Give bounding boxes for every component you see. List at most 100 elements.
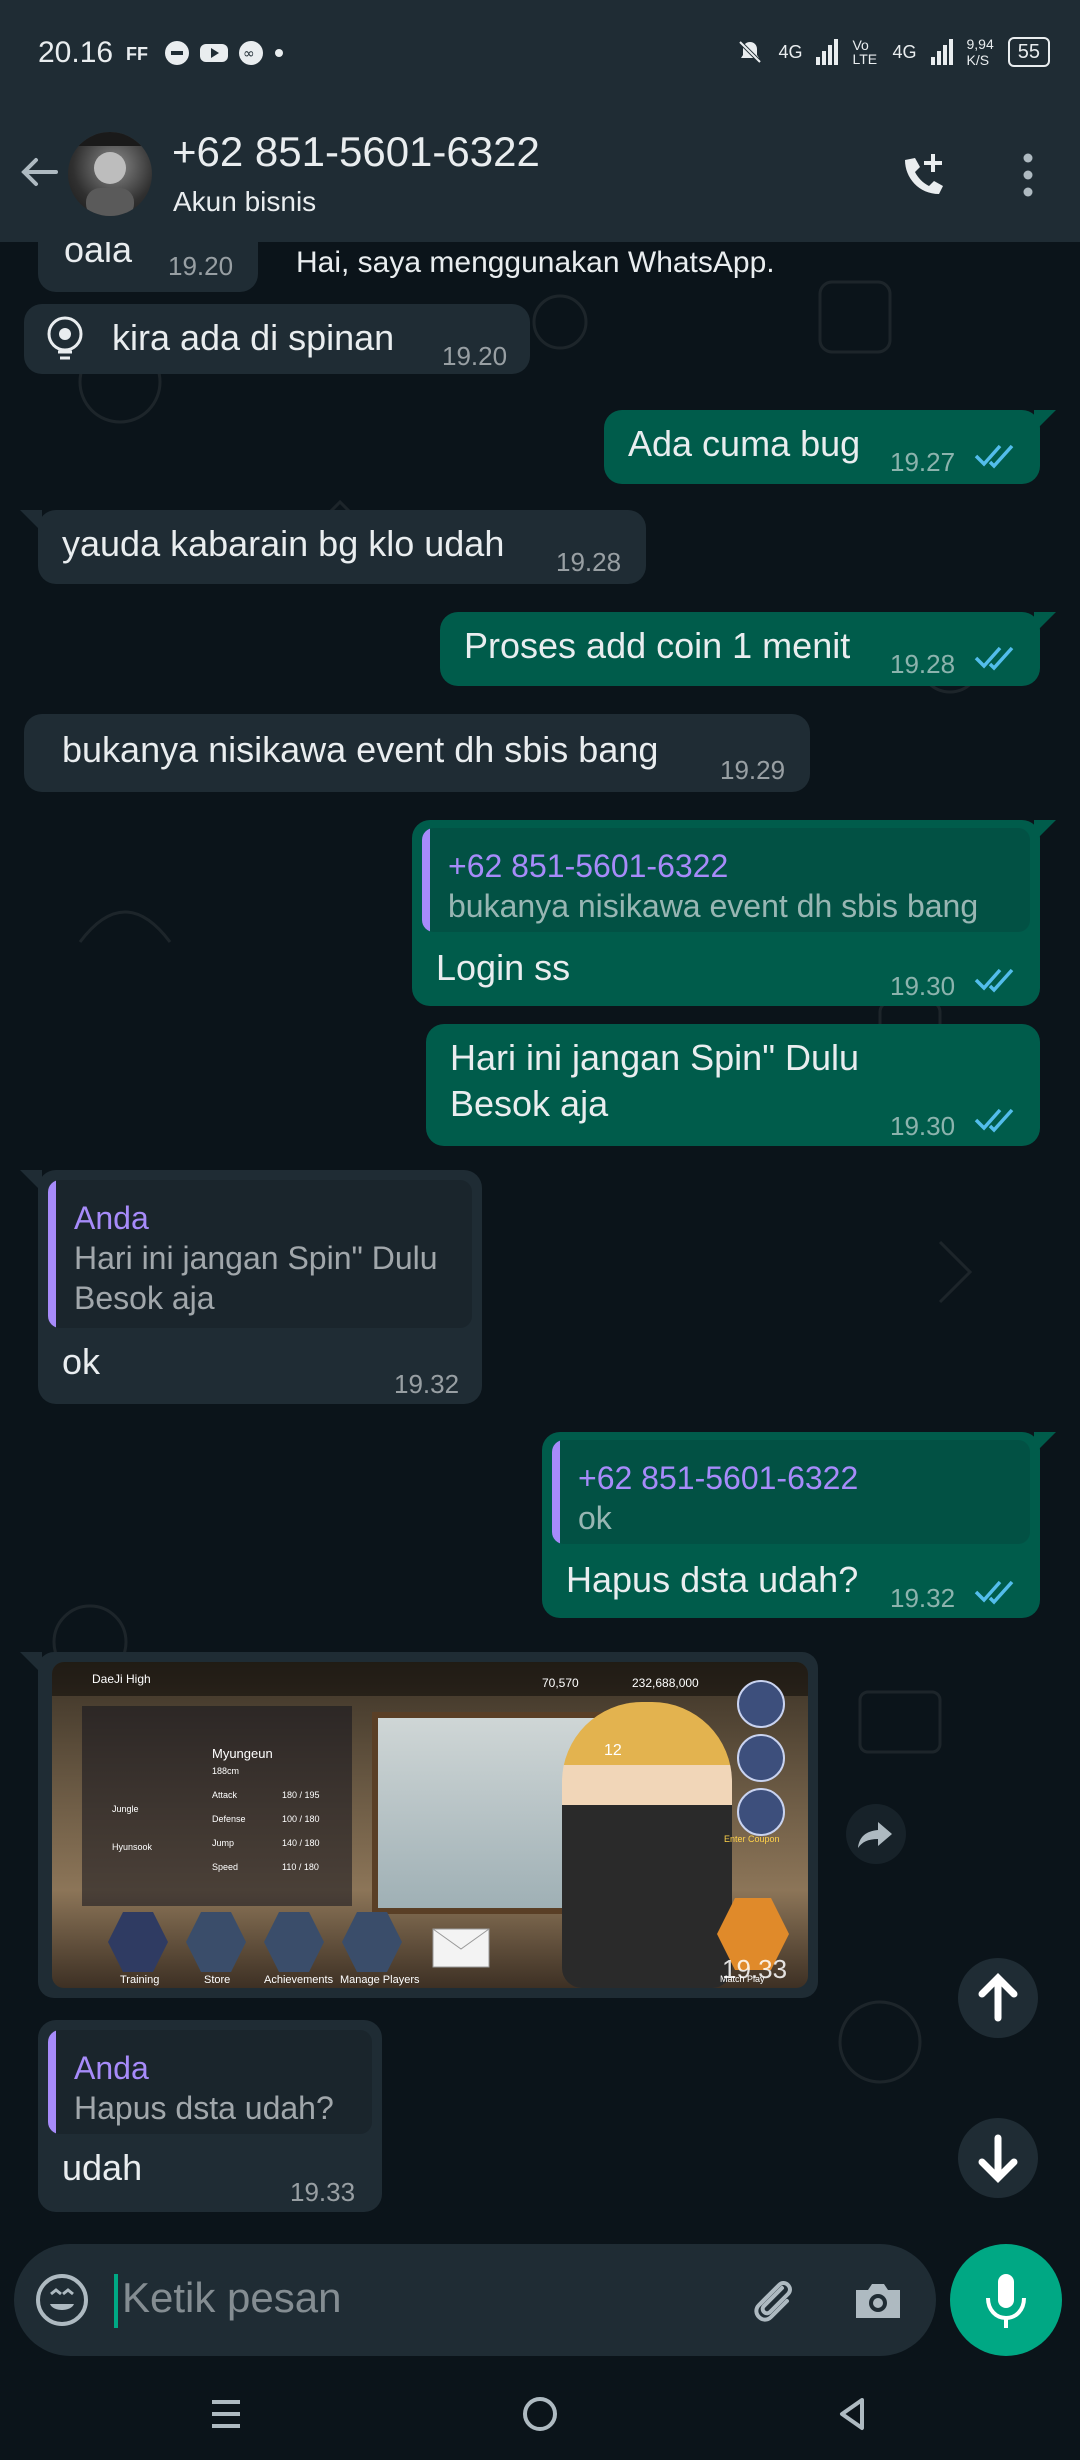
mail-icon: [432, 1928, 490, 1968]
speed-unit: K/S: [966, 52, 990, 68]
back-arrow-icon[interactable]: [16, 150, 60, 194]
game-store-button: [186, 1912, 246, 1972]
arrow-down-icon: [978, 2134, 1018, 2183]
contact-name[interactable]: +62 851-5601-6322: [172, 128, 540, 176]
game-stat-jump: Jump: [212, 1838, 235, 1848]
message-outgoing[interactable]: Ada cuma bug 19.27: [604, 410, 1040, 484]
game-manage-button: [342, 1912, 402, 1972]
message-incoming[interactable]: oala 19.20: [38, 242, 258, 292]
message-time: 19.32: [394, 1369, 460, 1399]
quoted-message[interactable]: Anda Hapus dsta udah?: [48, 2030, 372, 2134]
quote-text-line2: Besok aja: [74, 1280, 215, 1316]
status-bar: 20.16 FF ∞ 4G Vo LTE 4G 9,94 K/S 55: [0, 0, 1080, 100]
quoted-message[interactable]: +62 851-5601-6322 ok: [552, 1440, 1030, 1544]
voice-record-button[interactable]: [950, 2244, 1062, 2356]
home-icon[interactable]: [520, 2394, 560, 2434]
message-outgoing-reply[interactable]: +62 851-5601-6322 ok Hapus dsta udah? 19…: [542, 1432, 1040, 1618]
infinity-icon: ∞: [239, 41, 263, 65]
attach-icon[interactable]: [744, 2272, 800, 2328]
bubble-tail: [20, 1652, 42, 1674]
message-text: kira ada di spinan: [112, 317, 395, 358]
quoted-message[interactable]: +62 851-5601-6322 bukanya nisikawa event…: [422, 828, 1030, 932]
avatar-photo: [68, 132, 152, 216]
game-coupon-icon: [737, 1788, 785, 1836]
quote-bar: [422, 828, 430, 932]
message-input[interactable]: Ketik pesan: [122, 2274, 341, 2322]
quoted-message[interactable]: Anda Hari ini jangan Spin" Dulu Besok aj…: [48, 1180, 472, 1328]
game-achievements-button: [264, 1912, 324, 1972]
messenger-icon: [165, 41, 189, 65]
quote-text: ok: [578, 1500, 612, 1536]
message-outgoing[interactable]: Hari ini jangan Spin" Dulu Besok aja 19.…: [426, 1024, 1040, 1146]
message-outgoing[interactable]: Proses add coin 1 menit 19.28: [440, 612, 1040, 686]
message-time: 19.29: [720, 755, 786, 785]
game-player-name: Myungeun: [212, 1746, 273, 1761]
status-right: 4G Vo LTE 4G 9,94 K/S 55: [736, 36, 1050, 68]
add-call-icon[interactable]: [895, 148, 951, 204]
message-input-bar[interactable]: Ketik pesan: [14, 2244, 936, 2356]
message-time: 19.32: [890, 1583, 956, 1613]
read-ticks-icon: [974, 1108, 1014, 1133]
message-time: 19.33: [290, 2177, 356, 2207]
game-stat-attack: Attack: [212, 1790, 238, 1800]
message-incoming-reply[interactable]: Anda Hari ini jangan Spin" Dulu Besok aj…: [38, 1170, 482, 1404]
speed-readout: 9,94 K/S: [967, 36, 994, 68]
status-about-text: Hai, saya menggunakan WhatsApp.: [296, 246, 775, 279]
read-ticks-icon: [974, 968, 1014, 993]
bubble-tail: [20, 510, 42, 532]
dot-icon: [275, 49, 283, 57]
game-coupon-label: Enter Coupon: [724, 1834, 780, 1844]
avatar[interactable]: [68, 132, 152, 216]
game-character: [562, 1702, 732, 1988]
read-ticks-icon: [974, 444, 1014, 469]
image-attachment[interactable]: DaeJi High 70,570 232,688,000 Myungeun 1…: [52, 1662, 808, 1988]
forward-button[interactable]: [846, 1804, 906, 1864]
message-text: Ada cuma bug: [628, 423, 861, 464]
game-stat-jump-value: 140 / 180: [282, 1838, 320, 1848]
recent-apps-icon[interactable]: [206, 2394, 246, 2434]
speed-value: 9,94: [966, 36, 994, 52]
business-label[interactable]: Akun bisnis: [173, 186, 316, 218]
game-jungle-label: Jungle: [112, 1804, 139, 1814]
message-incoming[interactable]: yauda kabarain bg klo udah 19.28: [38, 510, 646, 584]
game-achievements-label: Achievements: [264, 1974, 334, 1986]
message-text: yauda kabarain bg klo udah: [62, 523, 505, 564]
message-incoming-reply[interactable]: Anda Hapus dsta udah? udah 19.33: [38, 2020, 382, 2212]
status-time: 20.16: [38, 36, 114, 69]
emoji-icon[interactable]: [34, 2272, 90, 2328]
read-ticks-icon: [974, 1580, 1014, 1605]
read-ticks-icon: [974, 646, 1014, 671]
quote-bar: [48, 2030, 56, 2134]
game-jersey-number: 12: [604, 1742, 622, 1759]
message-time: 19.30: [890, 971, 956, 1001]
camera-icon[interactable]: [850, 2272, 906, 2328]
quote-sender: Anda: [74, 2050, 149, 2086]
text-cursor: [114, 2274, 118, 2328]
mute-icon: [739, 40, 762, 64]
game-school-label: DaeJi High: [92, 1672, 151, 1686]
quote-sender: +62 851-5601-6322: [448, 848, 729, 884]
net-label-2: 4G: [892, 41, 917, 62]
game-settings-icon: [737, 1680, 785, 1728]
message-incoming[interactable]: kira ada di spinan 19.20: [24, 304, 530, 374]
game-stat-defense: Defense: [212, 1814, 246, 1824]
battery-indicator: 55: [1007, 37, 1050, 67]
message-text: Hapus dsta udah?: [566, 1559, 859, 1600]
bubble-tail: [1034, 612, 1056, 634]
game-timer-icon: [737, 1734, 785, 1782]
back-nav-icon[interactable]: [832, 2394, 872, 2434]
message-time: 19.28: [556, 547, 622, 577]
message-incoming[interactable]: bukanya nisikawa event dh sbis bang 19.2…: [24, 714, 810, 792]
scroll-up-button[interactable]: [958, 1958, 1038, 2038]
quote-text: bukanya nisikawa event dh sbis bang: [448, 888, 979, 924]
more-options-icon[interactable]: [1010, 150, 1046, 200]
quote-text: Hapus dsta udah?: [74, 2090, 334, 2126]
message-outgoing-reply[interactable]: +62 851-5601-6322 bukanya nisikawa event…: [412, 820, 1040, 1006]
scroll-down-button[interactable]: [958, 2118, 1038, 2198]
arrow-up-icon: [978, 1973, 1018, 2022]
message-text: udah: [62, 2147, 143, 2188]
game-hyunsook-label: Hyunsook: [112, 1842, 153, 1852]
sticker-icon: [47, 316, 83, 360]
message-time: 19.20: [168, 251, 234, 281]
message-time: 19.30: [890, 1111, 956, 1141]
